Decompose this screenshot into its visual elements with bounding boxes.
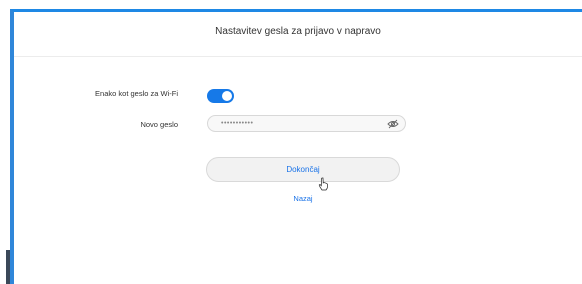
- settings-dialog: Nastavitev gesla za prijavo v napravo En…: [10, 9, 582, 284]
- screen-left-strip: [0, 0, 10, 284]
- back-link[interactable]: Nazaj: [206, 194, 400, 203]
- same-as-wifi-label: Enako kot geslo za Wi-Fi: [95, 89, 178, 98]
- finish-button-label: Dokončaj: [286, 165, 320, 174]
- password-value: •••••••••••: [221, 120, 254, 127]
- toggle-knob: [222, 91, 232, 101]
- screen-top-bar: [0, 0, 582, 9]
- same-as-wifi-toggle[interactable]: [207, 89, 234, 103]
- page-title: Nastavitev gesla za prijavo v napravo: [215, 26, 381, 37]
- eye-slash-icon[interactable]: [387, 119, 399, 129]
- new-password-input[interactable]: •••••••••••: [207, 115, 406, 132]
- finish-button[interactable]: Dokončaj: [206, 157, 400, 182]
- new-password-label: Novo geslo: [140, 120, 178, 129]
- hand-pointer-icon: [318, 177, 328, 191]
- dialog-header: Nastavitev gesla za prijavo v napravo: [14, 12, 582, 57]
